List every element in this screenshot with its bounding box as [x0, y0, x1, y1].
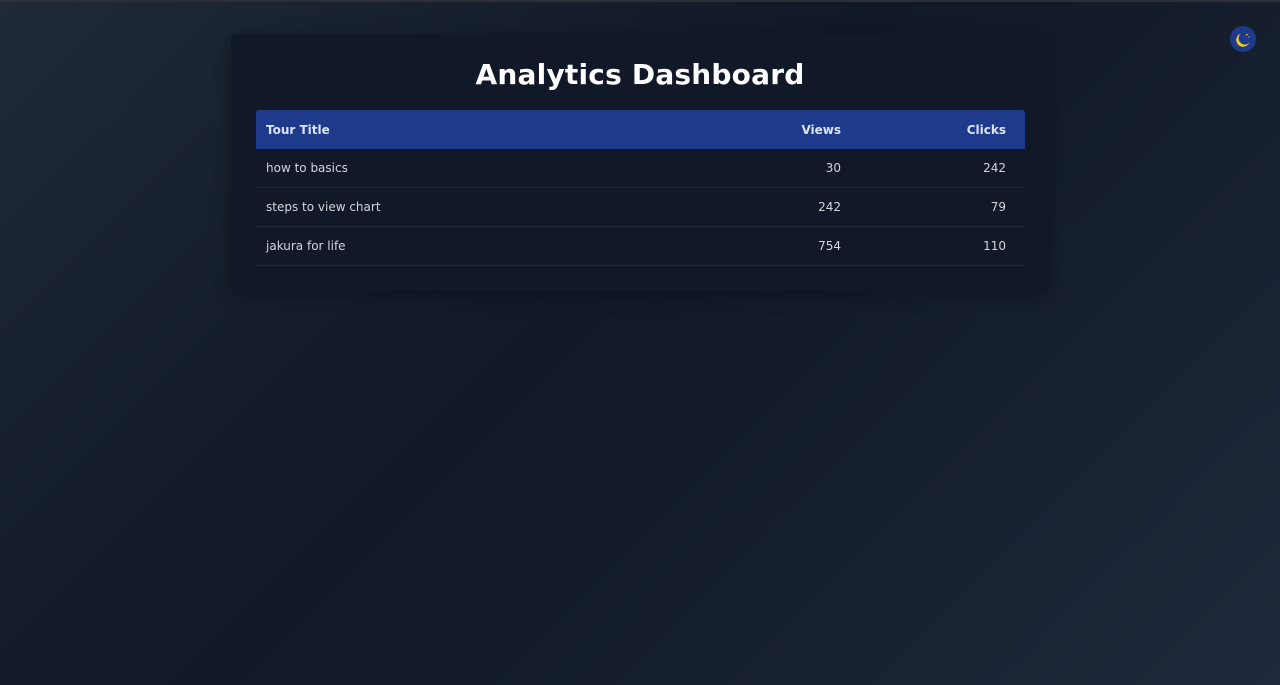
table-header: Tour Title Views Clicks: [256, 110, 1025, 149]
cell-views: 30: [825, 161, 841, 175]
table-row[interactable]: steps to view chart 242 79: [256, 188, 1025, 227]
window-top-border: [0, 0, 1280, 2]
analytics-table: Tour Title Views Clicks how to basics 30…: [256, 110, 1025, 266]
theme-toggle-button[interactable]: [1230, 26, 1256, 52]
column-header-views[interactable]: Views: [666, 123, 841, 137]
table-row[interactable]: jakura for life 754 110: [256, 227, 1025, 266]
cell-tour-title: how to basics: [266, 161, 348, 175]
moon-icon: [1234, 30, 1252, 48]
cell-tour-title: steps to view chart: [266, 200, 381, 214]
cell-tour-title: jakura for life: [266, 239, 346, 253]
column-header-tour-title[interactable]: Tour Title: [256, 123, 666, 137]
table-row[interactable]: how to basics 30 242: [256, 149, 1025, 188]
cell-views: 242: [818, 200, 841, 214]
cell-clicks: 242: [983, 161, 1006, 175]
column-header-clicks[interactable]: Clicks: [841, 123, 1016, 137]
cell-clicks: 79: [990, 200, 1006, 214]
page-title: Analytics Dashboard: [475, 58, 805, 91]
cell-clicks: 110: [983, 239, 1006, 253]
cell-views: 754: [818, 239, 841, 253]
